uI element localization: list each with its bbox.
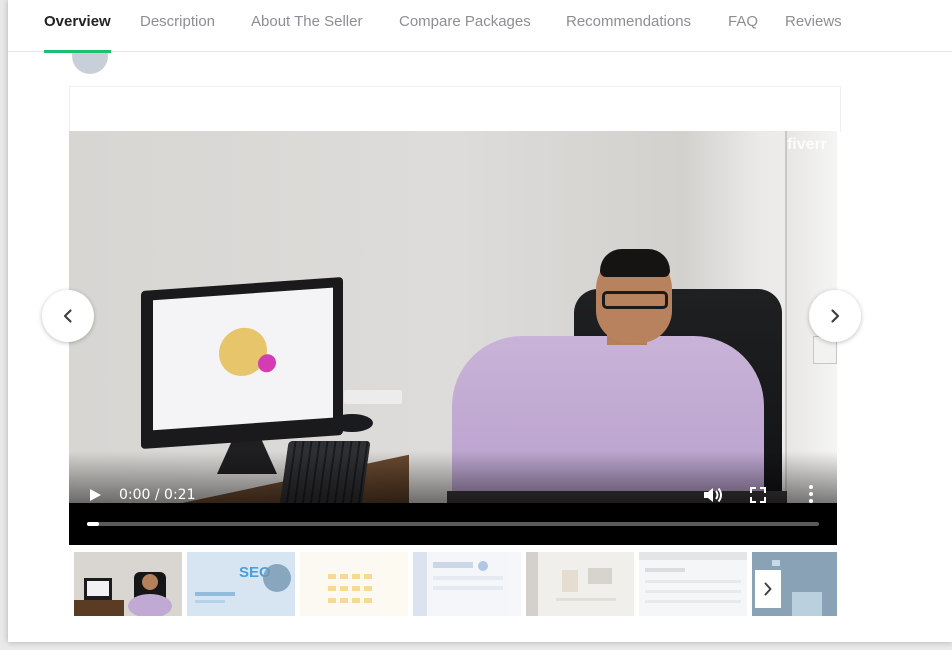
chevron-left-icon [63,309,72,323]
chevron-right-icon [831,309,840,323]
gig-video-player[interactable]: fiverr 0:00 / 0:21 [69,131,837,545]
video-person-hair [600,249,670,277]
thumbnail-rating[interactable] [300,552,408,616]
thumbnails-next-button[interactable] [755,570,781,608]
tab-faq[interactable]: FAQ [728,13,758,52]
more-vertical-icon[interactable] [809,485,813,503]
volume-icon[interactable] [703,487,725,503]
video-progress-track[interactable] [87,522,819,526]
video-progress-fill [87,522,99,526]
tab-bar: Overview Description About The Seller Co… [8,0,952,53]
thumbnail-seo[interactable]: SEO [187,552,295,616]
screen-badge [258,353,276,373]
gallery-prev-button[interactable] [42,290,94,342]
thumbnail-video-image [74,552,182,616]
thumbnail-dashboard-image [413,552,503,616]
tab-reviews[interactable]: Reviews [785,13,842,52]
tab-recommendations[interactable]: Recommendations [566,13,691,52]
tab-description[interactable]: Description [140,13,215,52]
video-time: 0:00 / 0:21 [119,487,196,503]
gallery-thumbnails: SEO [69,548,837,620]
thumbnail-analytics[interactable] [639,552,747,616]
monitor-screen [153,287,333,431]
thumbnail-video[interactable] [74,552,182,616]
thumbnail-dashboard[interactable] [413,552,521,616]
gallery-frame [69,86,841,132]
chevron-right-icon [764,582,772,596]
gig-gallery-card: Overview Description About The Seller Co… [8,0,952,642]
thumbnail-profile-image [526,552,616,616]
thumbnail-rating-image [328,574,372,603]
fiverr-watermark: fiverr [786,136,827,153]
tab-overview[interactable]: Overview [44,13,111,53]
video-device [344,390,402,404]
play-icon[interactable] [90,489,101,501]
thumbnail-profile[interactable] [526,552,634,616]
fullscreen-icon[interactable] [750,487,766,503]
video-monitor [141,276,343,450]
video-mouse [331,414,373,432]
thumbnail-seo-image [195,564,291,603]
tab-compare-packages[interactable]: Compare Packages [399,13,531,52]
video-person-glasses [602,291,668,309]
tab-about-the-seller[interactable]: About The Seller [251,13,362,52]
gallery-next-button[interactable] [809,290,861,342]
thumbnail-analytics-image [639,552,747,603]
